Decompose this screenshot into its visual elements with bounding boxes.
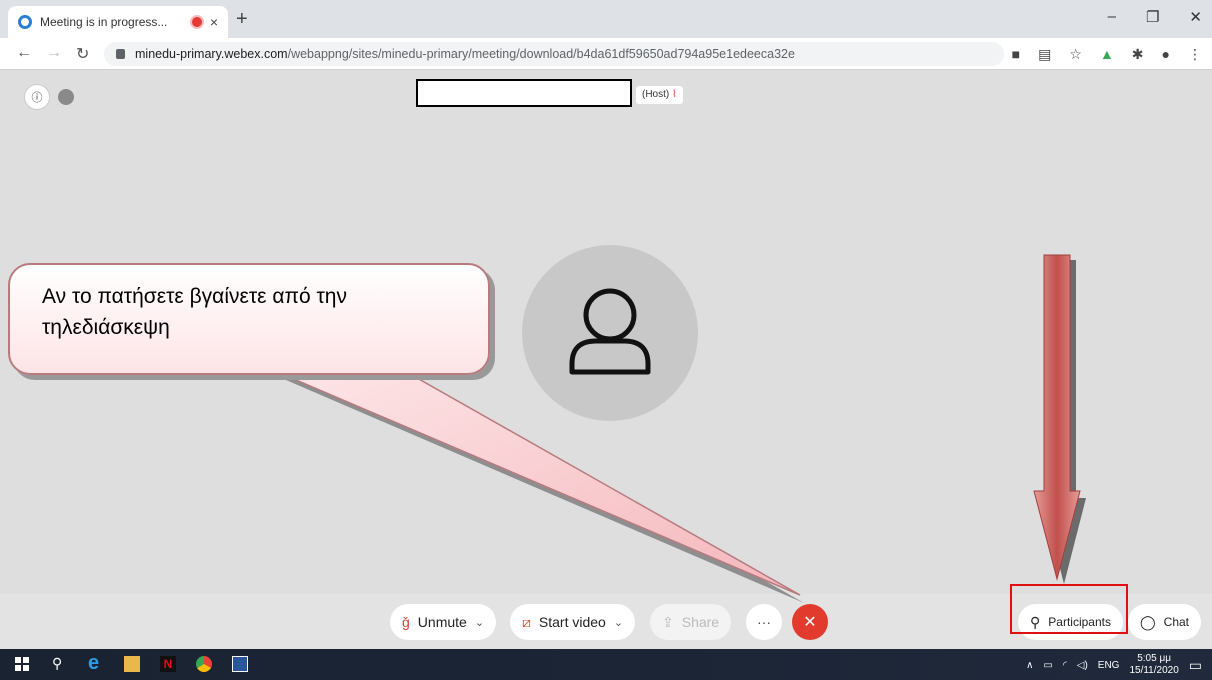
profile-icon[interactable]: ● <box>1162 46 1170 63</box>
reload-button[interactable]: ↻ <box>76 44 89 64</box>
tab-close-button[interactable]: × <box>210 14 218 30</box>
windows-taskbar: ⚲ e N ∧ ▭ ◜ ◁) ENG 5:05 μμ 15/11/2020 ▭ <box>0 649 1212 680</box>
callout-pointer-fill <box>281 373 801 596</box>
word-icon[interactable] <box>232 656 248 672</box>
battery-icon[interactable]: ▭ <box>1043 660 1052 671</box>
browser-menu-icon[interactable]: ⋮ <box>1188 46 1202 63</box>
search-icon[interactable]: ⚲ <box>52 655 62 672</box>
netflix-icon[interactable]: N <box>160 656 176 672</box>
restore-button[interactable]: ❐ <box>1146 8 1159 26</box>
system-tray: ∧ ▭ ◜ ◁) ENG 5:05 μμ 15/11/2020 ▭ <box>1026 653 1202 677</box>
new-tab-button[interactable]: + <box>236 8 248 31</box>
annotation-callout: Αν το πατήσετε βγαίνετε από την τηλεδιάσ… <box>8 263 490 375</box>
url-path: /webappng/sites/minedu-primary/meeting/d… <box>287 47 795 61</box>
recording-indicator-icon <box>191 17 202 27</box>
callout-text: Αν το πατήσετε βγαίνετε από την τηλεδιάσ… <box>42 285 347 339</box>
wifi-icon[interactable]: ◜ <box>1063 660 1067 671</box>
tab-title: Meeting is in progress... <box>40 15 168 29</box>
address-bar[interactable]: minedu-primary.webex.com/webappng/sites/… <box>104 42 1004 66</box>
close-window-button[interactable]: ✕ <box>1189 8 1202 26</box>
extension-android-icon[interactable]: ▲ <box>1100 46 1114 63</box>
clock[interactable]: 5:05 μμ 15/11/2020 <box>1129 653 1178 677</box>
translate-icon[interactable]: ▤ <box>1038 46 1051 63</box>
browser-toolbar: ← → ↻ minedu-primary.webex.com/webappng/… <box>0 38 1212 70</box>
callout-pointer <box>286 380 804 603</box>
forward-button[interactable]: → <box>46 44 62 62</box>
extension-icons: ■ ▤ ☆ ▲ ✱ ● ⋮ <box>1012 46 1202 63</box>
meeting-stage: ⓘ (Host) ⌇ ǧ Unmute ⌄ ⧄ Start video ⌄ ⇪ … <box>0 71 1212 649</box>
volume-icon[interactable]: ◁) <box>1077 660 1088 671</box>
bookmark-star-icon[interactable]: ☆ <box>1069 46 1082 63</box>
lock-icon <box>116 49 125 59</box>
window-controls: – ❐ ✕ <box>1108 8 1202 26</box>
back-button[interactable]: ← <box>16 44 32 62</box>
participants-highlight-box <box>1010 584 1128 634</box>
notification-icon[interactable]: ▭ <box>1189 657 1202 674</box>
extensions-puzzle-icon[interactable]: ✱ <box>1132 46 1144 63</box>
webex-favicon-icon <box>18 15 32 29</box>
file-explorer-icon[interactable] <box>124 656 140 672</box>
browser-tab-strip: Meeting is in progress... × + – ❐ ✕ <box>0 0 1212 38</box>
windows-start-icon[interactable] <box>14 656 30 672</box>
camera-icon[interactable]: ■ <box>1012 46 1020 63</box>
url-domain: minedu-primary.webex.com <box>135 47 288 61</box>
minimize-button[interactable]: – <box>1108 8 1116 26</box>
edge-icon[interactable]: e <box>88 652 99 675</box>
language-indicator[interactable]: ENG <box>1098 660 1120 671</box>
clock-time: 5:05 μμ <box>1137 653 1171 664</box>
chrome-icon[interactable] <box>196 656 212 672</box>
clock-date: 15/11/2020 <box>1129 665 1179 676</box>
browser-tab[interactable]: Meeting is in progress... × <box>8 6 228 38</box>
tray-expand-icon[interactable]: ∧ <box>1026 660 1033 671</box>
